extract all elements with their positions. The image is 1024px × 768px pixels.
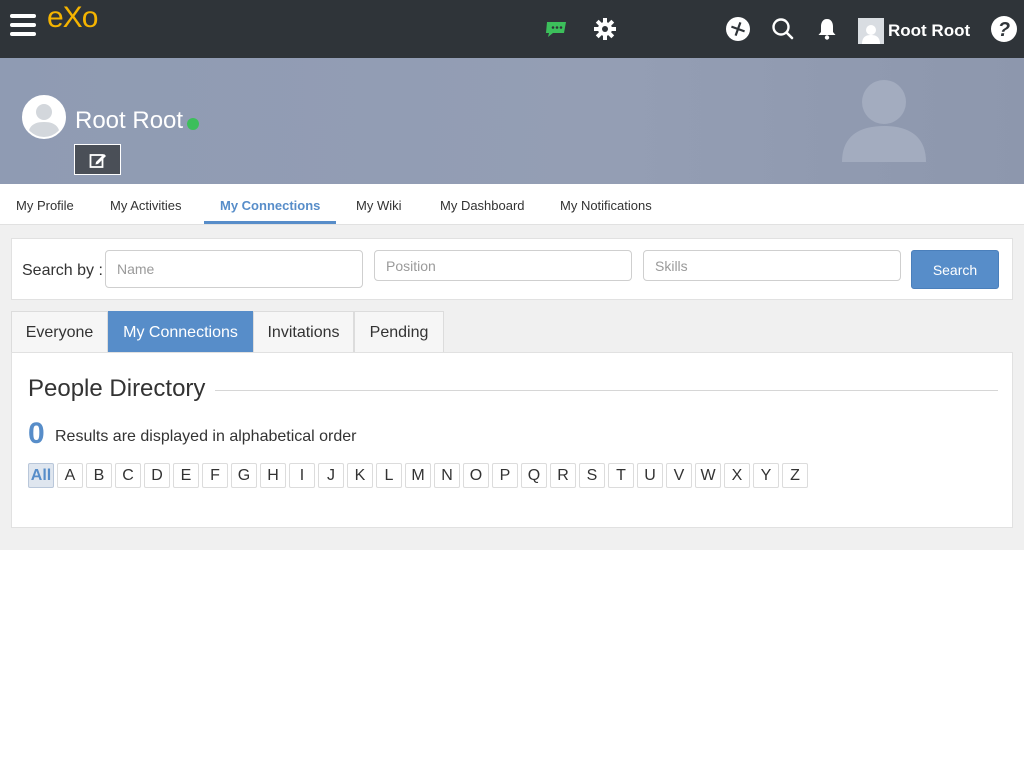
letter-filter-h[interactable]: H	[260, 463, 286, 488]
title-divider	[215, 390, 998, 391]
bell-icon[interactable]	[812, 14, 842, 44]
add-icon[interactable]	[723, 14, 753, 44]
tab-my-wiki[interactable]: My Wiki	[340, 184, 418, 224]
letter-filter-c[interactable]: C	[115, 463, 141, 488]
letter-filter-b[interactable]: B	[86, 463, 112, 488]
tab-my-dashboard[interactable]: My Dashboard	[424, 184, 541, 224]
search-by-label: Search by :	[22, 262, 103, 279]
chat-icon[interactable]	[541, 14, 571, 44]
profile-navigation: My Profile My Activities My Connections …	[0, 184, 1024, 225]
letter-filter-o[interactable]: O	[463, 463, 489, 488]
letter-filter-d[interactable]: D	[144, 463, 170, 488]
alphabet-filter: All A B C D E F G H I J K L M N O P Q R …	[28, 463, 811, 488]
edit-profile-button[interactable]	[74, 144, 121, 175]
tab-directory-my-connections[interactable]: My Connections	[108, 311, 253, 353]
letter-filter-r[interactable]: R	[550, 463, 576, 488]
people-directory-panel: People Directory 0 Results are displayed…	[11, 352, 1013, 528]
letter-filter-i[interactable]: I	[289, 463, 315, 488]
content-area: Search by : Search Everyone My Connectio…	[0, 225, 1024, 550]
skills-search-input[interactable]	[643, 250, 901, 281]
letter-filter-w[interactable]: W	[695, 463, 721, 488]
user-menu[interactable]: Root Root	[858, 18, 970, 44]
letter-filter-q[interactable]: Q	[521, 463, 547, 488]
letter-filter-p[interactable]: P	[492, 463, 518, 488]
user-name: Root Root	[888, 21, 971, 40]
tab-everyone[interactable]: Everyone	[11, 311, 108, 353]
search-panel: Search by : Search	[11, 238, 1013, 300]
help-icon[interactable]: ?	[989, 14, 1019, 44]
letter-filter-x[interactable]: X	[724, 463, 750, 488]
profile-banner: Root Root	[0, 58, 1024, 184]
online-status-indicator	[187, 118, 199, 130]
search-icon[interactable]	[768, 14, 798, 44]
letter-filter-e[interactable]: E	[173, 463, 199, 488]
profile-avatar	[22, 95, 66, 139]
results-description: Results are displayed in alphabetical or…	[55, 428, 357, 445]
top-navigation-bar: eXo Root Root ?	[0, 0, 1024, 58]
letter-filter-z[interactable]: Z	[782, 463, 808, 488]
name-search-input[interactable]	[105, 250, 363, 288]
gear-icon[interactable]	[590, 14, 620, 44]
tab-my-notifications[interactable]: My Notifications	[544, 184, 668, 224]
letter-filter-g[interactable]: G	[231, 463, 257, 488]
letter-filter-l[interactable]: L	[376, 463, 402, 488]
banner-user-silhouette-icon	[838, 76, 930, 167]
letter-filter-s[interactable]: S	[579, 463, 605, 488]
menu-icon[interactable]	[10, 14, 36, 38]
letter-filter-u[interactable]: U	[637, 463, 663, 488]
user-avatar-icon	[858, 18, 884, 44]
letter-filter-m[interactable]: M	[405, 463, 431, 488]
tab-pending[interactable]: Pending	[354, 311, 444, 353]
tab-my-profile[interactable]: My Profile	[0, 184, 90, 224]
svg-text:?: ?	[998, 19, 1010, 41]
letter-filter-n[interactable]: N	[434, 463, 460, 488]
letter-filter-t[interactable]: T	[608, 463, 634, 488]
position-search-input[interactable]	[374, 250, 632, 281]
people-directory-title: People Directory	[28, 375, 206, 402]
tab-my-activities[interactable]: My Activities	[94, 184, 198, 224]
edit-icon	[89, 153, 106, 168]
letter-filter-all[interactable]: All	[28, 463, 54, 488]
exo-logo[interactable]: eXo	[47, 1, 98, 35]
letter-filter-v[interactable]: V	[666, 463, 692, 488]
letter-filter-j[interactable]: J	[318, 463, 344, 488]
tab-invitations[interactable]: Invitations	[253, 311, 354, 353]
letter-filter-k[interactable]: K	[347, 463, 373, 488]
profile-name: Root Root	[75, 107, 184, 134]
result-count: 0	[28, 417, 45, 450]
letter-filter-f[interactable]: F	[202, 463, 228, 488]
letter-filter-a[interactable]: A	[57, 463, 83, 488]
tab-my-connections[interactable]: My Connections	[204, 184, 337, 224]
search-button[interactable]: Search	[911, 250, 999, 289]
letter-filter-y[interactable]: Y	[753, 463, 779, 488]
